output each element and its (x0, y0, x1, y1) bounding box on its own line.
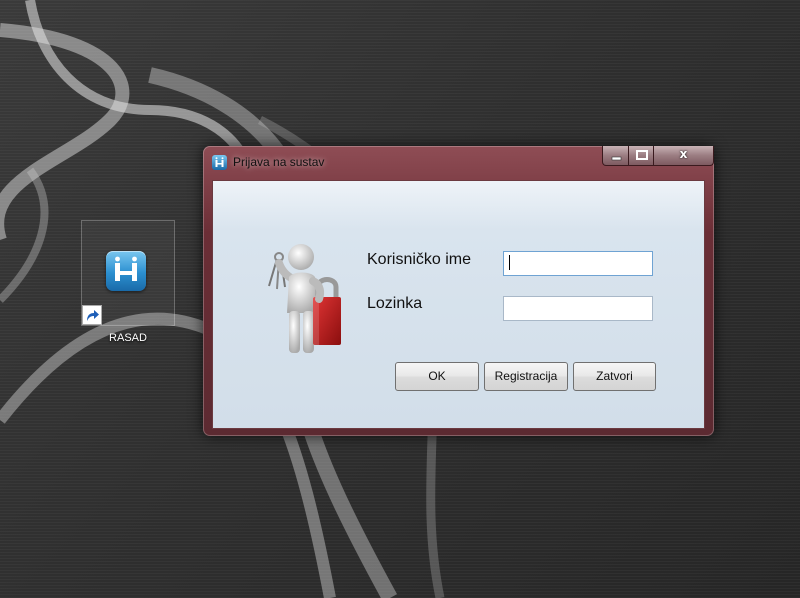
ok-button[interactable]: OK (395, 362, 479, 391)
text-caret (509, 255, 510, 270)
close-button[interactable]: Zatvori (573, 362, 656, 391)
register-button[interactable]: Registracija (484, 362, 568, 391)
maximize-icon (636, 150, 648, 160)
minimize-icon (611, 156, 622, 161)
minimize-button[interactable] (602, 146, 629, 166)
close-window-button[interactable]: x (653, 146, 714, 166)
window-title: Prijava na sustav (233, 155, 325, 169)
app-icon (212, 155, 227, 170)
login-form-panel: Korisničko ime Lozinka OK Registracija Z… (212, 180, 705, 429)
desktop-shortcut-label: RASAD (109, 332, 147, 344)
shortcut-arrow-icon (82, 305, 102, 325)
password-label: Lozinka (367, 295, 423, 312)
password-input[interactable] (503, 296, 653, 321)
app-icon (106, 251, 146, 291)
login-window: Prijava na sustav x Korisničko ime Lozin… (203, 146, 714, 436)
username-label: Korisničko ime (367, 251, 472, 268)
maximize-button[interactable] (628, 146, 654, 166)
person-with-keys-and-lock-illustration (268, 244, 341, 353)
desktop-shortcut-rasad[interactable] (81, 220, 175, 326)
close-icon: x (679, 147, 688, 161)
username-input[interactable] (503, 251, 653, 276)
